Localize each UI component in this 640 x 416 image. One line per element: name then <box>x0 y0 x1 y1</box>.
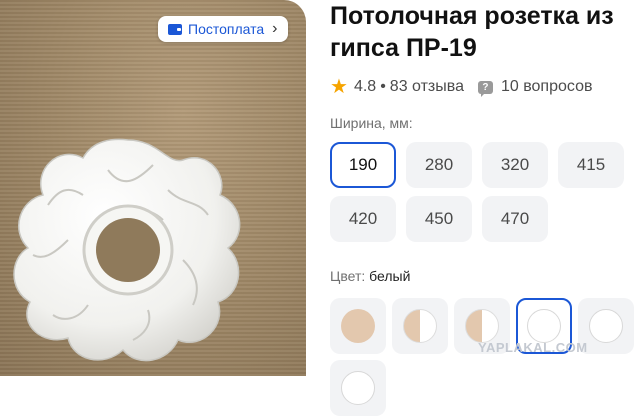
wallet-icon <box>168 23 182 35</box>
color-swatch[interactable] <box>392 298 448 354</box>
width-option[interactable]: 420 <box>330 196 396 242</box>
color-label: Цвет: <box>330 268 366 284</box>
swatch-dot <box>589 309 623 343</box>
ceiling-rosette-image <box>13 138 241 362</box>
width-option[interactable]: 415 <box>558 142 624 188</box>
swatch-dot <box>341 371 375 405</box>
color-swatch[interactable] <box>330 360 386 416</box>
color-label-row: Цвет: белый <box>330 268 410 284</box>
rating-value: 4.8 <box>353 78 377 95</box>
question-icon: ? <box>477 80 493 97</box>
color-swatches <box>330 298 640 416</box>
width-option[interactable]: 320 <box>482 142 548 188</box>
width-label: Ширина, мм: <box>330 115 413 131</box>
questions-link[interactable]: 10 вопросов <box>501 78 593 96</box>
rating-separator: • <box>380 78 386 95</box>
rating-row: ★ 4.8 • 83 отзыва ? 10 вопросов <box>330 76 592 98</box>
swatch-dot <box>527 309 561 343</box>
width-option[interactable]: 190 <box>330 142 396 188</box>
width-option[interactable]: 280 <box>406 142 472 188</box>
star-icon: ★ <box>330 76 348 98</box>
watermark: YAPLAKAL.COM <box>478 340 588 355</box>
color-value: белый <box>369 268 411 284</box>
width-option[interactable]: 470 <box>482 196 548 242</box>
postpay-badge[interactable]: Постоплата › <box>158 16 288 42</box>
color-swatch[interactable] <box>330 298 386 354</box>
reviews-link[interactable]: 83 отзыва <box>390 78 464 96</box>
product-title: Потолочная розетка из гипса ПР-19 <box>330 2 614 62</box>
width-option[interactable]: 450 <box>406 196 472 242</box>
swatch-dot <box>341 309 375 343</box>
swatch-dot <box>403 309 437 343</box>
product-photo[interactable]: Постоплата › <box>0 0 306 376</box>
chevron-right-icon: › <box>272 20 278 37</box>
postpay-label: Постоплата <box>188 21 265 37</box>
swatch-dot <box>465 309 499 343</box>
